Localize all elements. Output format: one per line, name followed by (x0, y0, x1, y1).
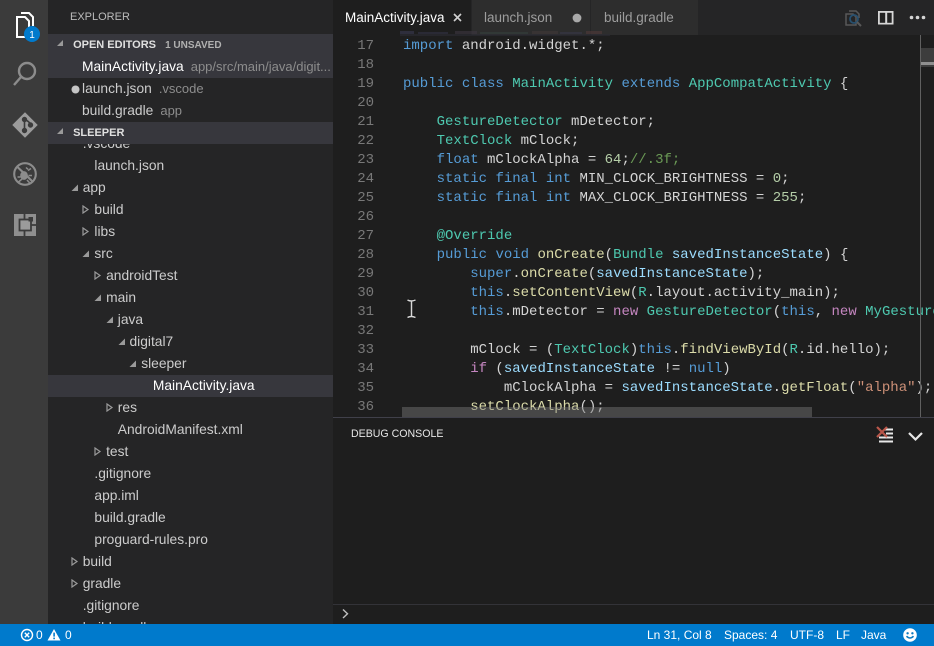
svg-text:1: 1 (29, 30, 35, 41)
